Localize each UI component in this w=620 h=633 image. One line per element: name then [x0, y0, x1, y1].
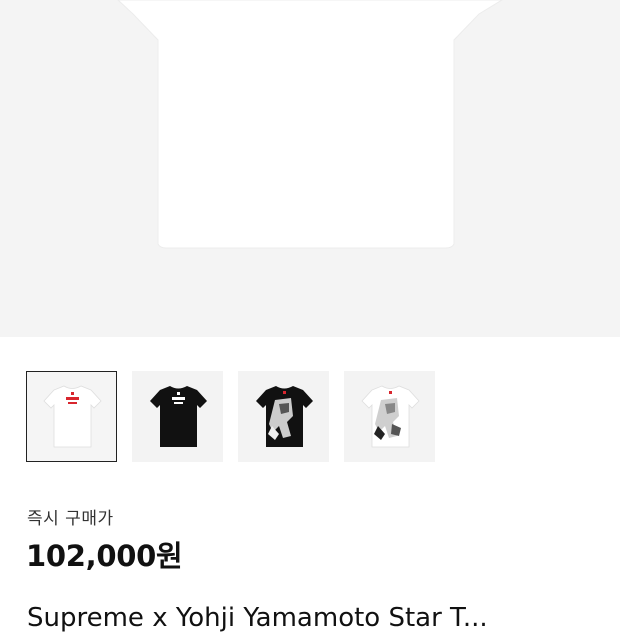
- price-value: 102,000원: [26, 539, 183, 573]
- product-title: Supreme x Yohji Yamamoto Star T...: [27, 603, 488, 633]
- thumbnail-4[interactable]: [344, 371, 435, 462]
- black-tshirt-white-logo-thumb: [150, 386, 207, 447]
- thumbnail-1[interactable]: [26, 371, 117, 462]
- white-tshirt-image: [117, 0, 503, 249]
- thumbnail-gallery: [26, 371, 446, 464]
- product-main-image[interactable]: [0, 0, 620, 337]
- black-tshirt-graphic-thumb: [256, 386, 313, 447]
- thumbnail-3[interactable]: [238, 371, 329, 462]
- thumbnail-2[interactable]: [132, 371, 223, 462]
- instant-buy-price-label: 즉시 구매가: [27, 509, 114, 529]
- white-tshirt-red-logo-thumb: [43, 385, 102, 448]
- white-tshirt-graphic-thumb: [361, 385, 420, 448]
